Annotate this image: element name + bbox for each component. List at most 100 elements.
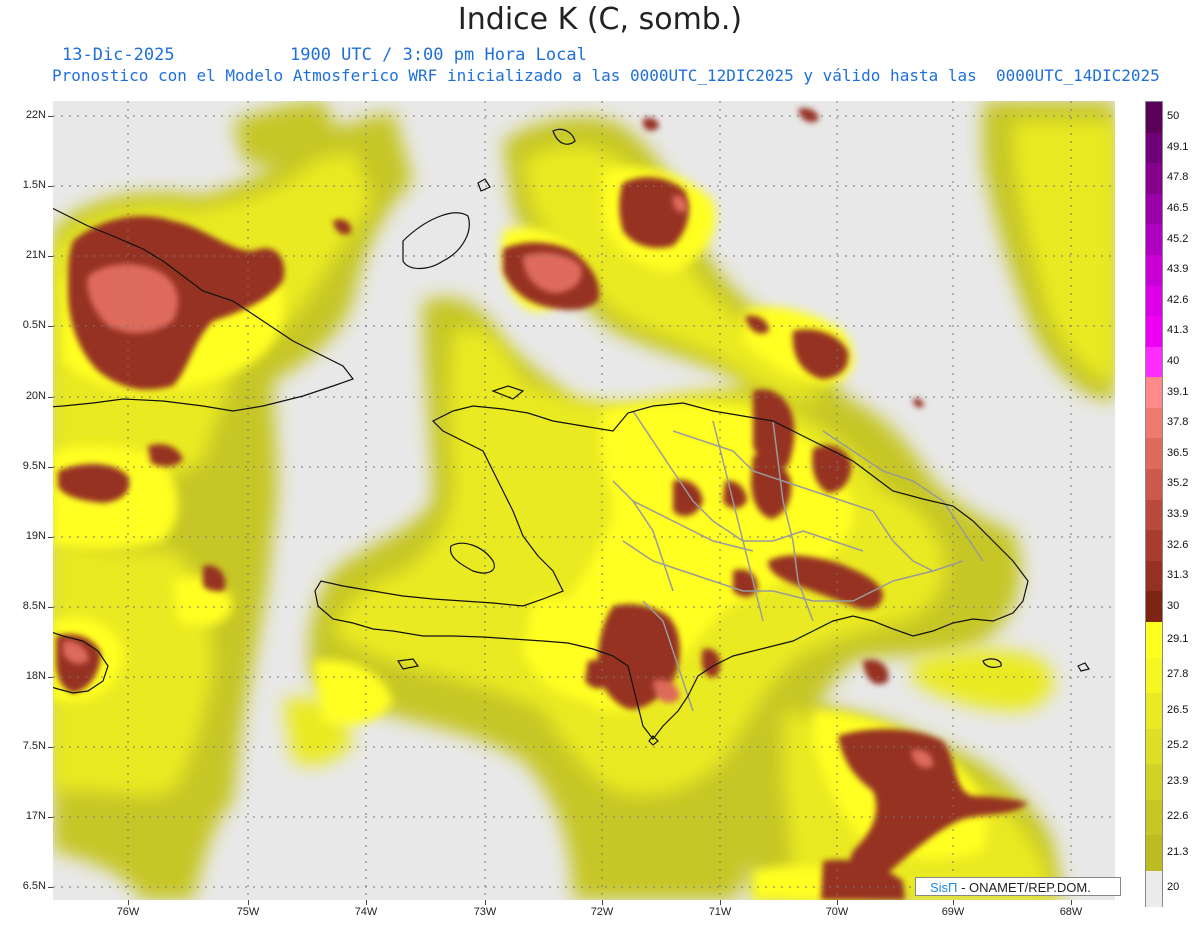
- k-index-map: [53, 101, 1115, 900]
- colorbar-cell: [1146, 499, 1162, 531]
- colorbar-cell: [1146, 285, 1162, 317]
- credit-brand: SisΠ: [930, 880, 958, 895]
- colorbar-cell: [1146, 377, 1162, 409]
- latitude-tick: [48, 186, 53, 187]
- longitude-label: 70W: [825, 906, 849, 918]
- latitude-label: 17N: [25, 810, 46, 822]
- forecast-description: Pronostico con el Modelo Atmosferico WRF…: [52, 66, 1160, 85]
- colorbar-cell: [1146, 764, 1162, 800]
- longitude-tick: [485, 900, 486, 905]
- latitude-label: 22N: [25, 109, 46, 121]
- latitude-label: 0.5N: [22, 319, 46, 331]
- latitude-tick: [48, 537, 53, 538]
- colorbar-label: 42.6: [1167, 293, 1189, 306]
- colorbar-cell: [1146, 193, 1162, 225]
- latitude-label: 8.5N: [22, 600, 46, 612]
- latitude-label: 7.5N: [22, 740, 46, 752]
- colorbar-label: 29.1: [1167, 632, 1189, 645]
- colorbar-cell: [1146, 254, 1162, 287]
- latitude-label: 20N: [25, 390, 46, 402]
- colorbar-label: 26.5: [1167, 703, 1189, 716]
- colorbar-cell: [1146, 407, 1162, 439]
- colorbar-cell: [1146, 622, 1162, 658]
- latitude-label: 19N: [25, 530, 46, 542]
- colorbar-cell: [1146, 591, 1162, 623]
- longitude-tick: [602, 900, 603, 905]
- colorbar-label: 35.2: [1167, 477, 1189, 490]
- colorbar-cell: [1146, 316, 1162, 348]
- colorbar-label: 47.8: [1167, 171, 1189, 184]
- credit-box: SisΠ - ONAMET/REP.DOM.: [915, 877, 1121, 896]
- longitude-label: 68W: [1059, 906, 1083, 918]
- colorbar-cell: [1146, 132, 1162, 164]
- forecast-date: 13-Dic-2025: [62, 45, 175, 65]
- longitude-label: 76W: [116, 906, 140, 918]
- colorbar-cell: [1146, 530, 1162, 562]
- latitude-label: 18N: [25, 670, 46, 682]
- longitude-label: 69W: [941, 906, 965, 918]
- colorbar-label: 30: [1167, 599, 1180, 612]
- colorbar-cell: [1146, 163, 1162, 195]
- longitude-label: 71W: [708, 906, 732, 918]
- colorbar-label: 27.8: [1167, 668, 1189, 681]
- colorbar-cell: [1146, 799, 1162, 836]
- credit-text: - ONAMET/REP.DOM.: [957, 880, 1091, 895]
- latitude-tick: [48, 326, 53, 327]
- colorbar-cell: [1146, 560, 1162, 592]
- colorbar-label: 39.1: [1167, 385, 1189, 398]
- colorbar-label: 40: [1167, 355, 1180, 367]
- longitude-label: 75W: [236, 906, 260, 918]
- colorbar-cell: [1146, 438, 1162, 470]
- latitude-tick: [48, 887, 53, 888]
- colorbar-label: 37.8: [1167, 416, 1189, 429]
- colorbar-label: 22.6: [1167, 810, 1189, 823]
- colorbar-cell: [1146, 102, 1162, 134]
- colorbar-label: 46.5: [1167, 202, 1189, 215]
- colorbar-label: 43.9: [1167, 263, 1189, 276]
- map-title: Indice K (C, somb.): [457, 2, 743, 37]
- latitude-tick: [48, 747, 53, 748]
- colorbar-cell: [1146, 728, 1162, 765]
- colorbar-cell: [1146, 224, 1162, 256]
- map-area[interactable]: [53, 101, 1115, 900]
- longitude-tick: [366, 900, 367, 905]
- longitude-label: 73W: [473, 906, 497, 918]
- colorbar-label: 21.3: [1167, 845, 1189, 858]
- longitude-label: 74W: [354, 906, 378, 918]
- colorbar-label: 20: [1167, 881, 1180, 894]
- colorbar: [1145, 101, 1163, 907]
- longitude-tick: [837, 900, 838, 905]
- colorbar-cell: [1146, 693, 1162, 729]
- colorbar-label: 49.1: [1167, 140, 1189, 153]
- colorbar-label: 32.6: [1167, 538, 1189, 551]
- colorbar-label: 23.9: [1167, 774, 1189, 787]
- colorbar-cell: [1146, 346, 1162, 378]
- longitude-tick: [248, 900, 249, 905]
- latitude-label: 1.5N: [22, 179, 46, 191]
- colorbar-label: 31.3: [1167, 569, 1189, 582]
- longitude-label: 72W: [590, 906, 614, 918]
- colorbar-label: 45.2: [1167, 232, 1189, 245]
- colorbar-label: 50: [1167, 110, 1180, 123]
- longitude-tick: [1071, 900, 1072, 905]
- latitude-tick: [48, 817, 53, 818]
- latitude-tick: [48, 397, 53, 398]
- longitude-tick: [128, 900, 129, 905]
- forecast-time: 1900 UTC / 3:00 pm Hora Local: [290, 45, 587, 65]
- colorbar-cell: [1146, 870, 1162, 907]
- colorbar-cell: [1146, 469, 1162, 501]
- latitude-tick: [48, 677, 53, 678]
- latitude-label: 21N: [25, 249, 46, 261]
- latitude-tick: [48, 607, 53, 608]
- colorbar-label: 41.3: [1167, 324, 1189, 337]
- colorbar-label: 25.2: [1167, 739, 1189, 752]
- longitude-tick: [953, 900, 954, 905]
- colorbar-label: 36.5: [1167, 446, 1189, 459]
- colorbar-cell: [1146, 657, 1162, 694]
- latitude-tick: [48, 116, 53, 117]
- colorbar-label: 33.9: [1167, 507, 1189, 520]
- colorbar-cell: [1146, 835, 1162, 871]
- longitude-tick: [720, 900, 721, 905]
- latitude-label: 6.5N: [22, 880, 46, 892]
- latitude-tick: [48, 467, 53, 468]
